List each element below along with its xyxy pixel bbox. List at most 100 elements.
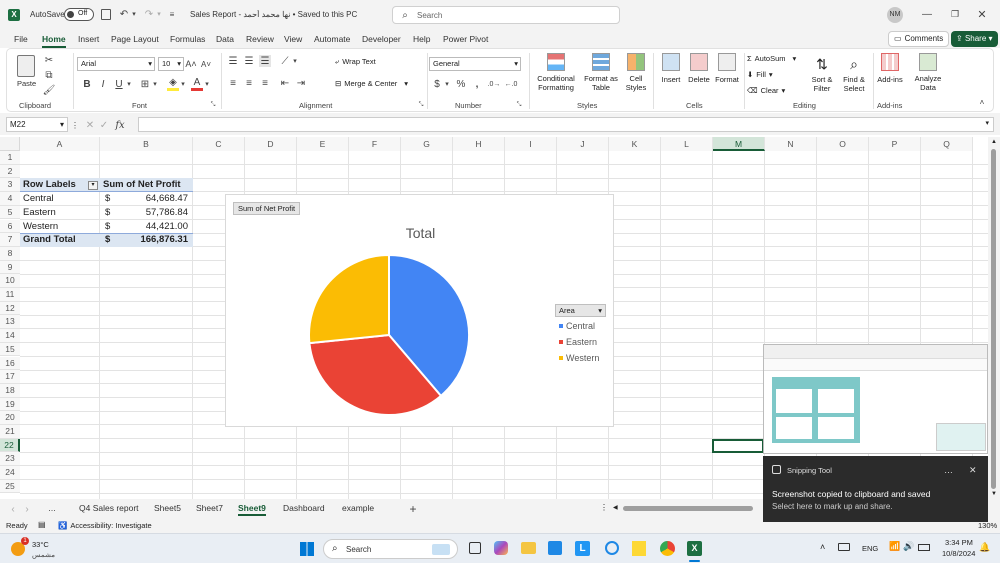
currency-icon[interactable]: $ bbox=[431, 77, 443, 91]
row-header-11[interactable]: 11 bbox=[0, 288, 20, 302]
pivot-chart[interactable]: Sum of Net Profit Total Area ▾ Central Ea… bbox=[225, 194, 614, 427]
row-header-8[interactable]: 8 bbox=[0, 246, 20, 261]
next-sheet-icon[interactable]: › bbox=[22, 503, 32, 515]
menu-file[interactable]: File bbox=[14, 34, 28, 44]
paste-icon[interactable] bbox=[17, 55, 35, 77]
undo-dropdown-icon[interactable]: ▾ bbox=[131, 7, 137, 21]
align-top-icon[interactable]: ☰ bbox=[227, 55, 239, 67]
align-left-icon[interactable]: ≡ bbox=[227, 77, 239, 89]
clock-time[interactable]: 3:34 PM bbox=[945, 538, 973, 547]
share-button[interactable]: ⇪ Share ▾ bbox=[951, 31, 998, 47]
row-header-13[interactable]: 13 bbox=[0, 315, 20, 330]
tab-sheet7[interactable]: Sheet7 bbox=[196, 503, 223, 513]
selected-cell[interactable] bbox=[712, 439, 764, 453]
menu-power-pivot[interactable]: Power Pivot bbox=[443, 34, 488, 44]
column-header-o[interactable]: O bbox=[817, 137, 869, 151]
menu-help[interactable]: Help bbox=[413, 34, 430, 44]
legend-item-central[interactable]: Central bbox=[559, 321, 599, 331]
tab-q4-sales-report[interactable]: Q4 Sales report bbox=[79, 503, 139, 513]
prev-sheet-icon[interactable]: ‹ bbox=[8, 503, 18, 515]
column-header-p[interactable]: P bbox=[869, 137, 921, 151]
format-cells-button[interactable]: Format bbox=[713, 53, 741, 93]
conditional-formatting-button[interactable]: Conditional Formatting bbox=[533, 53, 579, 99]
increase-decimal-icon[interactable]: .0→ bbox=[487, 77, 501, 91]
row-header-3[interactable]: 3 bbox=[0, 178, 20, 193]
decrease-indent-icon[interactable]: ⇤ bbox=[279, 77, 291, 89]
clear-button[interactable]: ⌫ Clear ▾ bbox=[747, 86, 785, 95]
fill-color-icon[interactable]: ◈ bbox=[167, 77, 179, 91]
column-header-b[interactable]: B bbox=[100, 137, 193, 151]
tab-sheet9[interactable]: Sheet9 bbox=[238, 503, 266, 516]
file-explorer-icon[interactable] bbox=[521, 542, 536, 554]
tab-sheet5[interactable]: Sheet5 bbox=[154, 503, 181, 513]
alignment-dialog-launcher-icon[interactable]: ⤡ bbox=[417, 101, 425, 109]
pivot-row-value[interactable]: 44,421.00 bbox=[146, 221, 188, 232]
snipping-tool-thumbnail[interactable] bbox=[763, 344, 988, 454]
cut-icon[interactable]: ✂ bbox=[43, 54, 55, 66]
avatar[interactable]: NM bbox=[887, 7, 903, 23]
align-bottom-icon[interactable]: ☰ bbox=[259, 55, 271, 67]
excel-taskbar-icon[interactable]: X bbox=[687, 541, 702, 556]
bold-icon[interactable]: B bbox=[81, 77, 93, 91]
align-right-icon[interactable]: ≡ bbox=[259, 77, 271, 89]
column-header-j[interactable]: J bbox=[557, 137, 609, 151]
pivot-row-label[interactable]: Eastern bbox=[23, 207, 56, 218]
underline-icon[interactable]: U bbox=[113, 77, 125, 91]
row-header-22[interactable]: 22 bbox=[0, 438, 20, 453]
toast-more-icon[interactable]: … bbox=[944, 465, 953, 475]
borders-dropdown-icon[interactable]: ▾ bbox=[152, 77, 158, 91]
snipping-tool-toast[interactable]: Snipping Tool … ✕ Screenshot copied to c… bbox=[763, 456, 988, 522]
cell-styles-button[interactable]: Cell Styles bbox=[621, 53, 651, 99]
delete-cells-button[interactable]: Delete bbox=[685, 53, 713, 93]
autosum-button[interactable]: Σ AutoSum ▾ bbox=[747, 54, 796, 63]
row-header-14[interactable]: 14 bbox=[0, 329, 20, 343]
menu-data[interactable]: Data bbox=[216, 34, 234, 44]
task-view-icon[interactable] bbox=[469, 542, 481, 554]
addins-button[interactable]: Add-ins bbox=[875, 53, 905, 84]
find-select-button[interactable]: ⌕ Find & Select bbox=[839, 53, 869, 93]
sort-filter-button[interactable]: ⇅ Sort & Filter bbox=[808, 53, 836, 93]
row-header-5[interactable]: 5 bbox=[0, 205, 20, 220]
pivot-row-value[interactable]: 64,668.47 bbox=[146, 193, 188, 204]
menu-insert[interactable]: Insert bbox=[78, 34, 99, 44]
pivot-filter-dropdown-icon[interactable]: ▾ bbox=[88, 181, 98, 190]
volume-icon[interactable]: 🔊 bbox=[903, 541, 914, 552]
wrap-text-button[interactable]: ⤶ Wrap Text bbox=[335, 57, 376, 69]
tab-example[interactable]: example bbox=[342, 503, 374, 513]
horizontal-scrollbar-thumb[interactable] bbox=[623, 506, 753, 511]
comments-button[interactable]: ▭ Comments bbox=[888, 31, 950, 47]
decrease-font-icon[interactable]: A˅ bbox=[200, 57, 212, 71]
windows-start-icon[interactable] bbox=[300, 542, 314, 556]
orientation-icon[interactable]: ⟋ bbox=[279, 55, 291, 67]
italic-icon[interactable]: I bbox=[97, 77, 109, 91]
row-header-25[interactable]: 25 bbox=[0, 479, 20, 494]
row-header-17[interactable]: 17 bbox=[0, 370, 20, 384]
font-size-select[interactable]: 10 ▾ bbox=[158, 57, 184, 71]
menu-home[interactable]: Home bbox=[42, 34, 66, 44]
row-header-24[interactable]: 24 bbox=[0, 466, 20, 480]
increase-font-icon[interactable]: A˄ bbox=[185, 57, 197, 71]
horizontal-scrollbar[interactable]: ◀ bbox=[613, 505, 763, 513]
minimize-icon[interactable]: — bbox=[920, 7, 934, 21]
toast-close-icon[interactable]: ✕ bbox=[969, 465, 977, 476]
autosave-toggle[interactable]: Off bbox=[64, 8, 94, 21]
font-name-select[interactable]: Arial ▾ bbox=[77, 57, 155, 71]
name-box[interactable]: M22 ▾ bbox=[6, 117, 68, 132]
confirm-entry-icon[interactable]: ✓ bbox=[98, 118, 110, 132]
pivot-row-value[interactable]: 57,786.84 bbox=[146, 207, 188, 218]
align-middle-icon[interactable]: ☰ bbox=[243, 55, 255, 67]
fill-color-dropdown-icon[interactable]: ▾ bbox=[180, 77, 186, 91]
row-header-23[interactable]: 23 bbox=[0, 452, 20, 467]
analyze-data-button[interactable]: Analyze Data bbox=[913, 53, 943, 92]
column-header-a[interactable]: A bbox=[20, 137, 100, 151]
column-header-e[interactable]: E bbox=[297, 137, 349, 151]
number-format-select[interactable]: General ▾ bbox=[429, 57, 521, 71]
decrease-decimal-icon[interactable]: ←.0 bbox=[504, 77, 518, 91]
vertical-scrollbar[interactable]: ▲ ▼ bbox=[988, 137, 1000, 499]
tab-more-icon[interactable]: … bbox=[48, 504, 56, 513]
undo-icon[interactable]: ↶ bbox=[117, 7, 131, 21]
percent-icon[interactable]: % bbox=[455, 77, 467, 91]
font-color-icon[interactable]: A bbox=[191, 77, 203, 91]
pivot-row-labels-header[interactable]: Row Labels bbox=[23, 179, 76, 190]
more-options-icon[interactable]: ⋮ bbox=[71, 118, 79, 132]
